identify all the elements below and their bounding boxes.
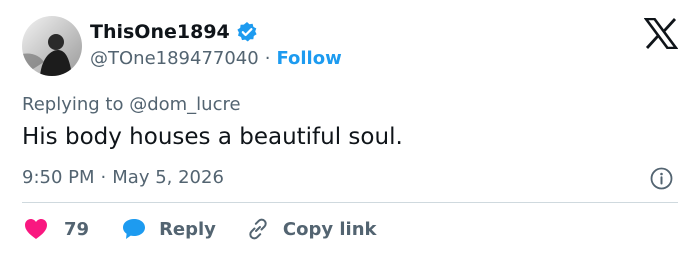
tweet-date: May 5, 2026	[112, 167, 224, 188]
reply-label: Reply	[159, 218, 216, 240]
separator-dot: ·	[100, 167, 107, 188]
like-button[interactable]: 79	[24, 218, 89, 240]
tweet-timestamp[interactable]: 9:50 PM · May 5, 2026	[22, 167, 224, 188]
tweet-text: His body houses a beautiful soul.	[22, 124, 403, 150]
verified-badge-icon	[236, 21, 258, 43]
speech-bubble-icon	[122, 218, 146, 240]
divider	[22, 202, 678, 203]
action-bar: 79 Reply Copy link	[24, 216, 377, 242]
replying-to-label[interactable]: Replying to @dom_lucre	[22, 94, 241, 115]
copy-link-label: Copy link	[282, 218, 377, 240]
copy-link-button[interactable]: Copy link	[245, 216, 377, 242]
like-count: 79	[64, 218, 90, 240]
author-name-row: ThisOne1894	[90, 21, 258, 43]
x-logo-icon[interactable]	[644, 18, 678, 49]
tweet-card: ThisOne1894 @TOne189477040 · Follow Repl…	[0, 0, 700, 256]
follow-button[interactable]: Follow	[276, 48, 341, 69]
author-handle[interactable]: @TOne189477040	[90, 48, 259, 69]
avatar[interactable]	[22, 16, 82, 76]
info-icon[interactable]	[650, 167, 673, 190]
heart-icon	[24, 218, 48, 240]
separator-dot: ·	[264, 48, 271, 69]
reply-button[interactable]: Reply	[122, 218, 216, 240]
tweet-time: 9:50 PM	[22, 167, 95, 188]
author-handle-row: @TOne189477040 · Follow	[90, 48, 342, 69]
link-icon	[245, 216, 271, 242]
author-display-name[interactable]: ThisOne1894	[90, 21, 230, 43]
